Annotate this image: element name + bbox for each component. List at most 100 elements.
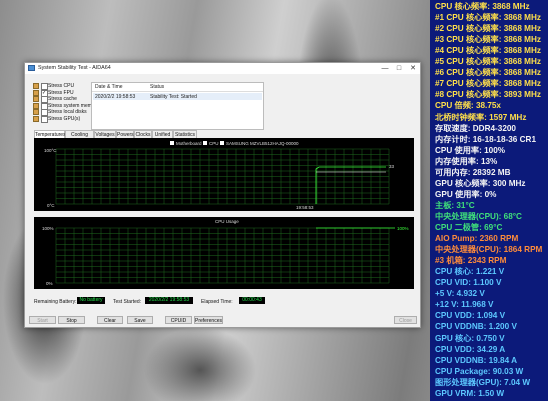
stress-option-icon (33, 115, 39, 122)
battery-label: Remaining Battery: (34, 299, 77, 305)
column-header-date[interactable]: Date & Time (95, 84, 123, 90)
cpu-usage-title: CPU Usage (215, 219, 239, 224)
aida64-app-icon (28, 65, 35, 71)
tab-powers[interactable]: Powers (116, 130, 134, 138)
osd-line: 图形处理器(GPU): 7.04 W (435, 377, 531, 387)
osd-line: 主板: 31°C (435, 200, 475, 210)
temp-axis-bottom: 0°C (47, 203, 55, 208)
header-divider (92, 91, 263, 92)
log-date-cell: 2020/2/2 19:58:53 (95, 94, 136, 100)
temperature-graph: Motherboard CPU SAMSUNG MZVLB512HAJQ-000… (34, 138, 414, 211)
column-header-status[interactable]: Status (150, 84, 164, 90)
osd-line: CPU 核心频率: 3868 MHz (435, 2, 530, 11)
osd-line: #1 CPU 核心频率: 3868 MHz (435, 13, 542, 23)
osd-line: CPU VDD: 1.094 V (435, 311, 506, 321)
temperature-legend: Motherboard CPU SAMSUNG MZVLB512HAJQ-000… (170, 141, 299, 146)
close-window-button[interactable]: ✕ (408, 64, 418, 73)
title-bar[interactable]: System Stability Test - AIDA64 — □ ✕ (25, 63, 420, 74)
maximize-button[interactable]: □ (394, 64, 404, 73)
osd-line: CPU VDDNB: 19.84 A (435, 355, 518, 365)
window-title: System Stability Test - AIDA64 (38, 65, 111, 71)
tab-cooling-fans[interactable]: Cooling Fans (65, 130, 94, 146)
osd-line: CPU 核心: 1.221 V (435, 267, 505, 277)
osd-line: CPU 二极管: 69°C (435, 223, 503, 232)
clear-button[interactable]: Clear (97, 316, 123, 324)
legend-ssd: SAMSUNG MZVLB512HAJQ-00000 (226, 141, 299, 146)
elapsed-label: Elapsed Time: (201, 299, 233, 305)
stress-option-icon (33, 109, 39, 115)
stress-option-icon (33, 83, 39, 89)
legend-cpu-swatch[interactable] (203, 141, 207, 145)
osd-line: 存取速度: DDR4-3200 (435, 123, 516, 133)
osd-line: GPU VRM: 1.50 W (435, 388, 505, 398)
temperature-grid (55, 148, 390, 205)
osd-line: CPU 使用率: 100% (435, 145, 506, 155)
osd-line: #4 CPU 核心频率: 3868 MHz (435, 46, 542, 56)
osd-line: +12 V: 11.968 V (435, 300, 494, 310)
battery-value: No battery (77, 297, 105, 304)
stress-option-label: Stress CPU (48, 83, 75, 89)
legend-cpu: CPU (209, 141, 219, 146)
stress-option-icon (33, 96, 39, 102)
osd-line: GPU 核心: 0.750 V (435, 333, 505, 343)
osd-line: #5 CPU 核心频率: 3868 MHz (435, 57, 542, 67)
temp-axis-top: 100°C (44, 148, 57, 153)
osd-line: CPU VID: 1.100 V (435, 278, 502, 288)
osd-line: #8 CPU 核心频率: 3893 MHz (435, 90, 542, 100)
osd-line: 中央处理器(CPU): 68°C (435, 211, 522, 221)
osd-line: #2 CPU 核心频率: 3868 MHz (435, 24, 542, 34)
osd-line: 可用内存: 28392 MB (435, 167, 511, 177)
osd-line: #6 CPU 核心频率: 3868 MHz (435, 68, 542, 78)
save-button[interactable]: Save (127, 316, 153, 324)
osd-line: CPU VDDNB: 1.200 V (435, 322, 517, 332)
cpu-usage-graph: CPU Usage 100% 0% 100% (34, 217, 414, 289)
osd-line: AIO Pump: 2360 RPM (435, 234, 519, 244)
start-button[interactable]: Start (29, 316, 56, 324)
osd-line: 内存计时: 16-18-18-36 CR1 (435, 134, 537, 144)
checkbox[interactable] (41, 115, 48, 123)
test-started-value: 2020/2/2 19:58:53 (145, 297, 193, 304)
elapsed-value: 00:00:43 (239, 297, 265, 304)
stability-test-window: System Stability Test - AIDA64 — □ ✕ Str… (24, 62, 421, 328)
osd-line: #3 CPU 核心频率: 3868 MHz (435, 35, 542, 45)
cpu-axis-bottom: 0% (46, 281, 53, 286)
stop-button[interactable]: Stop (58, 316, 85, 324)
cpuid-button[interactable]: CPUID (165, 316, 192, 324)
osd-line: CPU VDD: 34.29 A (435, 344, 506, 354)
stress-option-label: Stress local disks (48, 109, 87, 115)
close-button[interactable]: Close (394, 316, 417, 324)
test-log-table: Date & Time Status 2020/2/2 19:58:53 Sta… (91, 82, 264, 130)
stress-option-label: Stress FPU (48, 89, 74, 96)
tab-statistics[interactable]: Statistics (173, 130, 197, 138)
osd-line: #3 机箱: 2343 RPM (435, 256, 507, 266)
osd-line: GPU 核心频率: 300 MHz (435, 178, 526, 188)
legend-ssd-swatch[interactable] (220, 141, 224, 145)
tab-clocks[interactable]: Clocks (134, 130, 152, 138)
stress-option-label: Stress GPU(s) (48, 115, 81, 122)
minimize-button[interactable]: — (380, 64, 390, 73)
preferences-button[interactable]: Preferences (194, 316, 223, 324)
tab-unified[interactable]: Unified (152, 130, 173, 138)
osd-line: 中央处理器(CPU): 1864 RPM (435, 245, 543, 255)
osd-line: +5 V: 4.932 V (435, 289, 485, 299)
osd-line: GPU 使用率: 0% (435, 189, 497, 199)
cpu-usage-grid (55, 227, 390, 284)
temp-end-value: 33 (389, 164, 395, 169)
stress-option-icon (33, 89, 39, 96)
tab-temperatures[interactable]: Temperatures (34, 130, 66, 138)
osd-line: CPU Package: 90.03 W (435, 366, 524, 376)
stress-option-icon (33, 102, 39, 109)
legend-motherboard-swatch[interactable] (170, 141, 174, 145)
stress-option-label: Stress cache (48, 96, 77, 102)
tab-voltages[interactable]: Voltages (94, 130, 116, 138)
osd-line: #7 CPU 核心频率: 3868 MHz (435, 79, 542, 89)
test-started-label: Test Started: (113, 299, 142, 305)
osd-line: 内存使用率: 13% (435, 156, 498, 166)
log-status-cell: Stability Test: Started (150, 94, 197, 100)
osd-line: 北桥时钟频率: 1597 MHz (435, 112, 527, 122)
temp-time-label: 19:58:53 (296, 205, 314, 210)
osd-line: CPU 倍频: 38.75x (435, 101, 501, 111)
cpu-usage-current: 100% (397, 226, 409, 231)
cpu-axis-top: 100% (42, 226, 54, 231)
monitoring-overlay: CPU 核心频率: 3868 MHz #1 CPU 核心频率: 3868 MHz #… (430, 0, 548, 401)
